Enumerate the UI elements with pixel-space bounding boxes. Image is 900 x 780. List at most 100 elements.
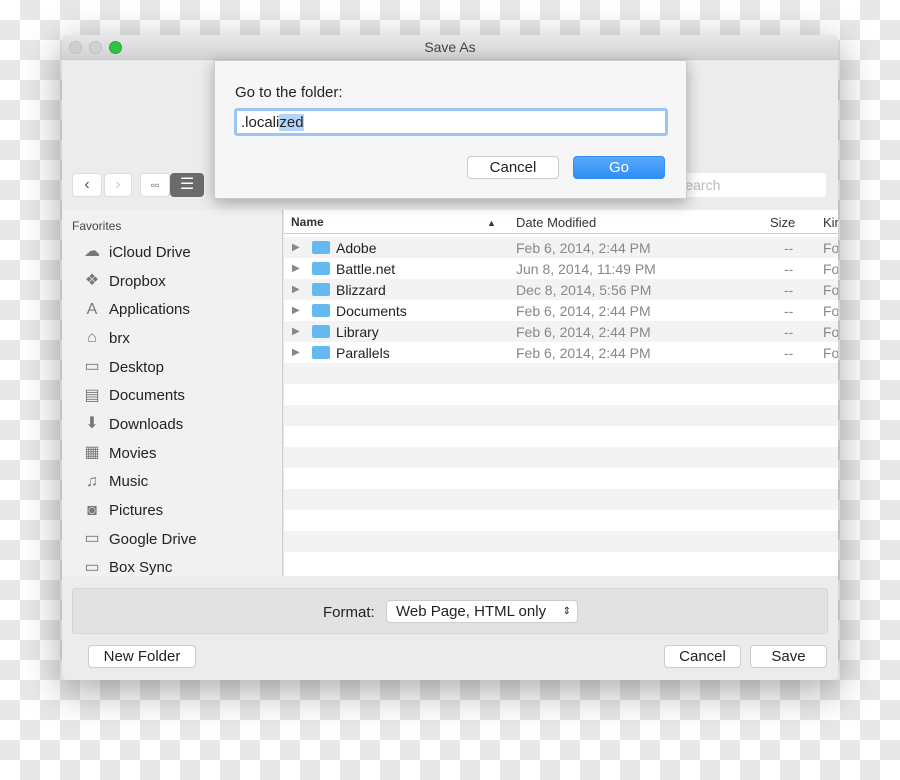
empty-row: [284, 489, 838, 510]
table-row[interactable]: ▶ Battle.net Jun 8, 2014, 11:49 PM -- Fo: [284, 258, 838, 279]
new-folder-button[interactable]: New Folder: [88, 645, 196, 668]
sidebar-item-music[interactable]: ♫ Music: [62, 468, 282, 497]
empty-row: [284, 363, 838, 384]
sidebar: Favorites ☁ iCloud Drive ❖ Dropbox A Applicat…: [62, 210, 283, 576]
disclosure-triangle-icon[interactable]: ▶: [292, 242, 300, 253]
sidebar-heading: Favorites: [72, 219, 122, 233]
format-label: Format:: [323, 604, 375, 621]
icon-view-button[interactable]: ▫▫: [140, 173, 170, 197]
zoom-button[interactable]: [109, 41, 122, 54]
window-title: Save As: [424, 39, 476, 55]
google-drive-icon: ▭: [84, 530, 100, 548]
folder-icon: [312, 283, 330, 296]
sidebar-item-label: Applications: [109, 301, 190, 319]
sidebar-item-desktop[interactable]: ▭ Desktop: [62, 353, 282, 382]
sidebar-item-label: Downloads: [109, 415, 184, 433]
date-modified: Feb 6, 2014, 2:44 PM: [516, 240, 651, 256]
path-text: .locali: [241, 114, 280, 131]
date-modified: Dec 8, 2014, 5:56 PM: [516, 282, 652, 298]
minimize-button[interactable]: [89, 41, 102, 54]
sidebar-item-pictures[interactable]: ◙ Pictures: [62, 496, 282, 525]
folder-icon: [312, 241, 330, 254]
folder-icon: [312, 325, 330, 338]
movies-icon: ▦: [84, 444, 100, 462]
cancel-button[interactable]: Cancel: [664, 645, 741, 668]
updown-icon: ⇕: [562, 606, 571, 617]
dropbox-icon: ❖: [84, 272, 100, 290]
disclosure-triangle-icon[interactable]: ▶: [292, 263, 300, 274]
table-row[interactable]: ▶ Library Feb 6, 2014, 2:44 PM -- Fo: [284, 321, 838, 342]
empty-row: [284, 510, 838, 531]
dialog-cancel-button[interactable]: Cancel: [467, 156, 559, 179]
size: --: [784, 303, 794, 319]
empty-row: [284, 405, 838, 426]
folder-icon: [312, 262, 330, 275]
format-select[interactable]: Web Page, HTML only ⇕: [386, 600, 578, 623]
file-name: Documents: [336, 303, 407, 319]
size: --: [784, 345, 794, 361]
sidebar-item-label: Box Sync: [109, 559, 173, 577]
icloud-drive-icon: ☁: [84, 243, 100, 261]
format-value: Web Page, HTML only: [396, 603, 547, 620]
brx-icon: ⌂: [87, 329, 97, 347]
sidebar-item-downloads[interactable]: ⬇ Downloads: [62, 410, 282, 439]
sidebar-item-label: Music: [109, 473, 149, 491]
forward-button[interactable]: ›: [104, 173, 132, 197]
column-name[interactable]: Name: [291, 215, 324, 229]
empty-row: [284, 531, 838, 552]
empty-row: [284, 468, 838, 489]
format-panel: Format: Web Page, HTML only ⇕: [72, 588, 828, 634]
sidebar-item-label: Desktop: [109, 358, 165, 376]
pictures-icon: ◙: [87, 501, 97, 519]
sidebar-item-label: iCloud Drive: [109, 243, 191, 261]
sidebar-item-movies[interactable]: ▦ Movies: [62, 439, 282, 468]
sidebar-item-label: Pictures: [109, 502, 164, 520]
sidebar-item-documents[interactable]: ▤ Documents: [62, 381, 282, 410]
folder-path-input[interactable]: .localized: [234, 108, 668, 136]
empty-row: [284, 384, 838, 405]
downloads-icon: ⬇: [85, 415, 99, 433]
disclosure-triangle-icon[interactable]: ▶: [292, 347, 300, 358]
table-row[interactable]: ▶ Parallels Feb 6, 2014, 2:44 PM -- Fo: [284, 342, 838, 363]
documents-icon: ▤: [84, 386, 100, 404]
size: --: [784, 324, 794, 340]
table-row[interactable]: ▶ Documents Feb 6, 2014, 2:44 PM -- Fo: [284, 300, 838, 321]
date-modified: Feb 6, 2014, 2:44 PM: [516, 303, 651, 319]
sidebar-item-dropbox[interactable]: ❖ Dropbox: [62, 267, 282, 296]
table-row[interactable]: ▶ Blizzard Dec 8, 2014, 5:56 PM -- Fo: [284, 279, 838, 300]
sidebar-item-label: Documents: [109, 387, 185, 405]
back-button[interactable]: ‹: [72, 173, 102, 197]
list-header: Name ▲ Date Modified Size Kin: [284, 210, 838, 234]
sidebar-item-applications[interactable]: A Applications: [62, 295, 282, 324]
folder-icon: [312, 346, 330, 359]
date-modified: Feb 6, 2014, 2:44 PM: [516, 324, 651, 340]
size: --: [784, 261, 794, 277]
sidebar-item-label: Dropbox: [109, 272, 166, 290]
file-name: Parallels: [336, 345, 390, 361]
kind: Fo: [823, 282, 838, 298]
column-date[interactable]: Date Modified: [516, 215, 596, 230]
sidebar-item-icloud-drive[interactable]: ☁ iCloud Drive: [62, 238, 282, 267]
date-modified: Jun 8, 2014, 11:49 PM: [516, 261, 656, 277]
column-size[interactable]: Size: [770, 215, 795, 230]
column-kind[interactable]: Kin: [823, 215, 838, 230]
size: --: [784, 282, 794, 298]
empty-row: [284, 552, 838, 573]
sidebar-item-brx[interactable]: ⌂ brx: [62, 324, 282, 353]
save-button[interactable]: Save: [750, 645, 827, 668]
search-input[interactable]: Search: [666, 173, 826, 197]
go-to-folder-sheet: Go to the folder: .localized Cancel Go: [214, 60, 687, 199]
list-view-button[interactable]: ☰: [170, 173, 204, 197]
folder-icon: [312, 304, 330, 317]
close-button[interactable]: [69, 41, 82, 54]
disclosure-triangle-icon[interactable]: ▶: [292, 326, 300, 337]
kind: Fo: [823, 240, 838, 256]
date-modified: Feb 6, 2014, 2:44 PM: [516, 345, 651, 361]
sidebar-item-google-drive[interactable]: ▭ Google Drive: [62, 525, 282, 554]
table-row[interactable]: ▶ Adobe Feb 6, 2014, 2:44 PM -- Fo: [284, 237, 838, 258]
disclosure-triangle-icon[interactable]: ▶: [292, 284, 300, 295]
empty-row: [284, 426, 838, 447]
go-button[interactable]: Go: [573, 156, 665, 179]
disclosure-triangle-icon[interactable]: ▶: [292, 305, 300, 316]
sidebar-item-box-sync[interactable]: ▭ Box Sync: [62, 554, 282, 583]
